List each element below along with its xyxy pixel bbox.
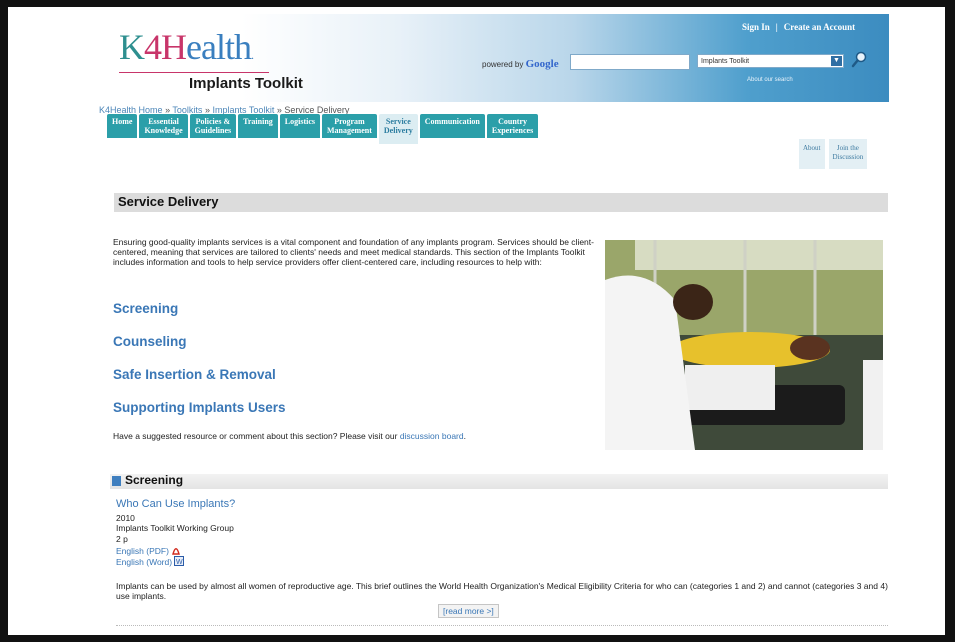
tab-communication[interactable]: Communication — [419, 114, 485, 138]
svg-text:W: W — [176, 559, 183, 566]
suggestion-label: Have a suggested resource or comment abo… — [113, 431, 398, 441]
topic-link-safe-insertion-removal[interactable]: Safe Insertion & Removal — [113, 367, 276, 382]
tab-label: Policies & — [195, 117, 231, 126]
intro-paragraph: Ensuring good-quality implants services … — [113, 237, 594, 267]
suggestion-end: . — [463, 431, 466, 441]
suggestion-text: Have a suggested resource or comment abo… — [113, 431, 466, 441]
discussion-board-link[interactable]: discussion board — [400, 431, 464, 441]
resource-description: Implants can be used by almost all women… — [116, 581, 888, 601]
tab-essential-knowledge[interactable]: Essential Knowledge — [139, 114, 188, 138]
read-more-button[interactable]: [read more >] — [438, 604, 499, 618]
join-discussion-tab[interactable]: Join the Discussion — [828, 139, 868, 169]
tab-label: Essential — [148, 117, 179, 126]
browser-page: K4Health. Implants Toolkit powered by Go… — [8, 7, 945, 635]
tab-label: Delivery — [383, 126, 413, 135]
topic-link-counseling[interactable]: Counseling — [113, 334, 187, 349]
search-input[interactable] — [570, 54, 690, 70]
search-icon — [851, 51, 867, 68]
pdf-icon — [172, 548, 181, 555]
section-bullet-icon — [112, 476, 121, 486]
tab-program-management[interactable]: Program Management — [322, 114, 377, 138]
topic-link-supporting-implants-users[interactable]: Supporting Implants Users — [113, 400, 286, 415]
search-scope-value: Implants Toolkit — [701, 58, 750, 65]
word-link-label: English (Word) — [116, 557, 173, 567]
tab-label: Knowledge — [144, 126, 183, 135]
service-delivery-photo — [605, 240, 883, 450]
search-scope-select[interactable]: Implants Toolkit ▼ — [697, 54, 844, 68]
side-tabs: About Join the Discussion — [795, 139, 868, 169]
tab-label: Home — [112, 117, 133, 126]
toolkit-title: Implants Toolkit — [189, 75, 303, 92]
tab-country-experiences[interactable]: Country Experiences — [486, 114, 539, 138]
resource-pages: 2 p — [116, 534, 128, 544]
google-logo: Google — [525, 58, 559, 70]
tab-service-delivery[interactable]: Service Delivery — [378, 114, 418, 144]
powered-by-label: powered by — [482, 60, 524, 69]
logo-underline — [119, 72, 269, 73]
resource-author: Implants Toolkit Working Group — [116, 523, 234, 533]
tab-logistics[interactable]: Logistics — [279, 114, 320, 138]
search-button[interactable] — [851, 51, 867, 69]
page-title: Service Delivery — [118, 194, 219, 209]
create-account-link[interactable]: Create an Account — [784, 22, 855, 32]
section-header-bar — [114, 193, 888, 212]
about-search-link[interactable]: About our search — [747, 77, 793, 83]
resource-year: 2010 — [116, 513, 135, 523]
resource-title-link[interactable]: Who Can Use Implants? — [116, 498, 235, 510]
tab-label: Logistics — [284, 117, 315, 126]
site-header: K4Health. Implants Toolkit powered by Go… — [99, 14, 889, 102]
account-separator: | — [775, 22, 778, 32]
english-word-link[interactable]: English (Word) W — [116, 556, 185, 567]
k4health-logo[interactable]: K4Health. — [119, 26, 254, 68]
tab-label: Management — [327, 126, 372, 135]
tab-policies-guidelines[interactable]: Policies & Guidelines — [189, 114, 237, 138]
screening-header-bar — [110, 474, 888, 489]
screening-heading: Screening — [125, 473, 184, 487]
main-nav: Home Essential Knowledge Policies & Guidel… — [107, 114, 540, 144]
tab-label: Experiences — [491, 126, 534, 135]
english-pdf-link[interactable]: English (PDF) — [116, 545, 181, 556]
word-doc-icon: W — [174, 556, 185, 566]
sign-in-link[interactable]: Sign In — [742, 22, 770, 32]
tab-home[interactable]: Home — [107, 114, 138, 138]
powered-by-google: powered by Google — [482, 58, 559, 70]
about-tab[interactable]: About — [799, 139, 825, 169]
photo-illustration — [605, 240, 883, 450]
divider — [116, 625, 888, 626]
pdf-link-label: English (PDF) — [116, 546, 169, 556]
topic-link-screening[interactable]: Screening — [113, 301, 178, 316]
tab-label: Service — [385, 117, 411, 126]
tab-training[interactable]: Training — [238, 114, 278, 138]
tab-label: Country — [498, 117, 527, 126]
tab-label: Training — [243, 117, 273, 126]
tab-label: Discussion — [832, 153, 864, 161]
account-links: Sign In | Create an Account — [739, 22, 858, 32]
tab-label: Program — [334, 117, 365, 126]
tab-label: Guidelines — [194, 126, 232, 135]
tab-label: Join the — [836, 144, 859, 152]
chevron-down-icon[interactable]: ▼ — [831, 56, 842, 66]
tab-label: Communication — [424, 117, 480, 126]
